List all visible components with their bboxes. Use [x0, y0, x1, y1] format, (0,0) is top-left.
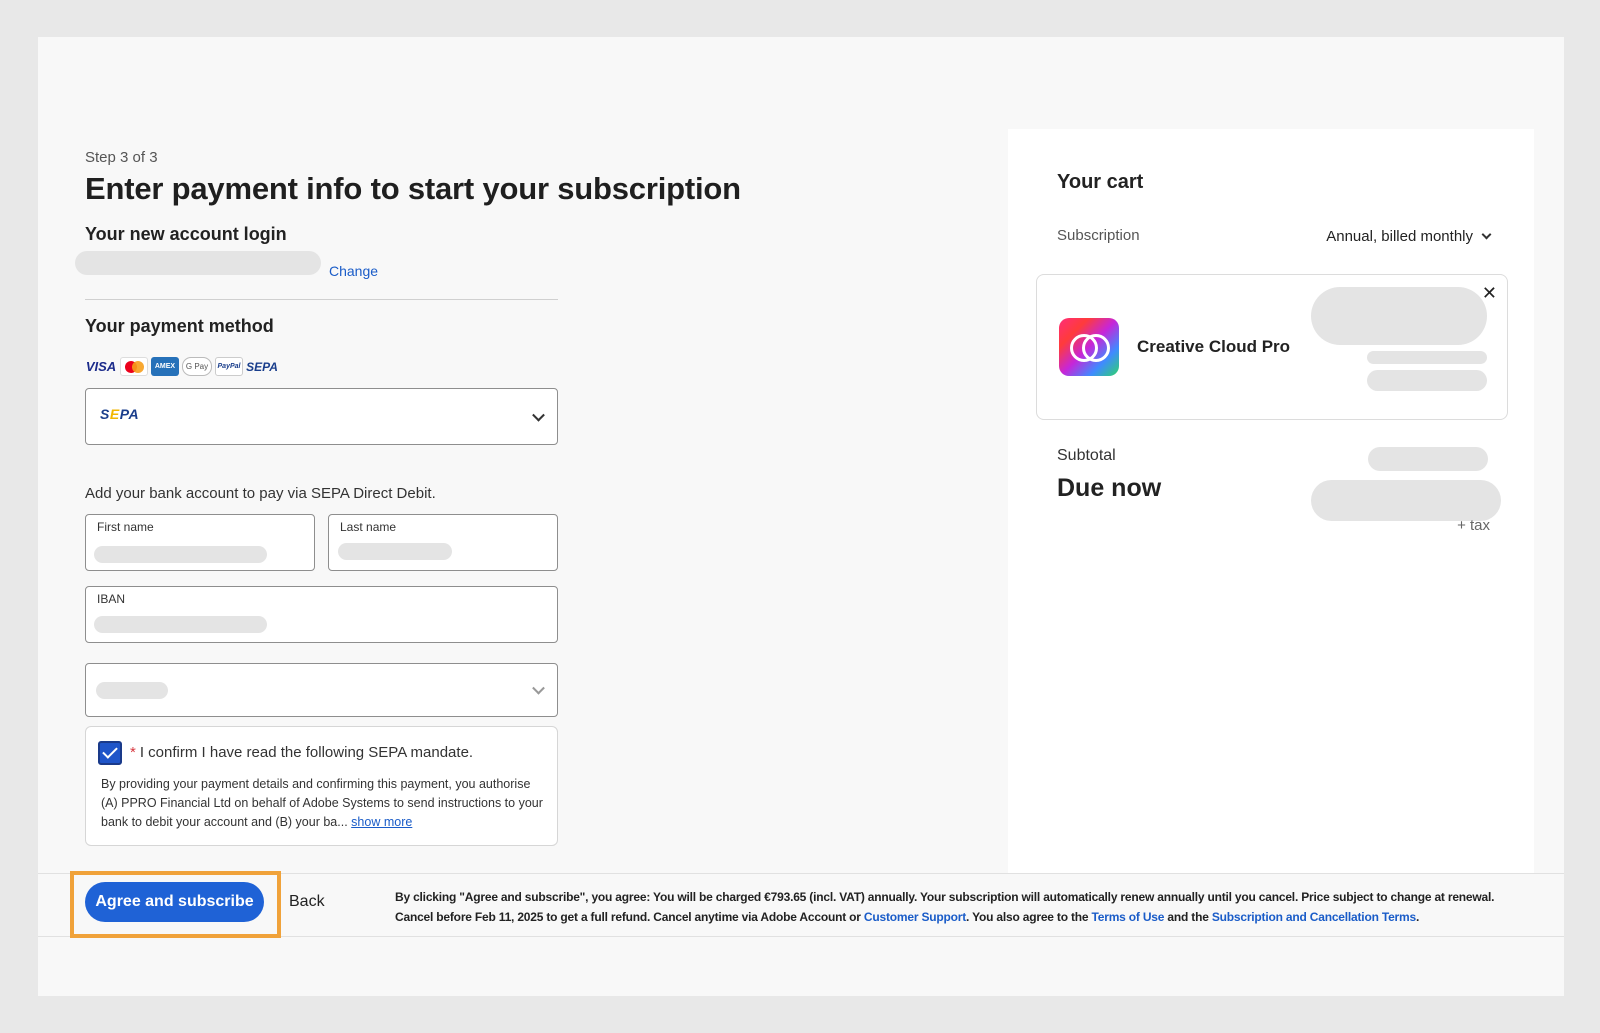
iban-field[interactable]: IBAN — [85, 586, 558, 643]
cart-title: Your cart — [1057, 171, 1144, 193]
country-value-placeholder — [96, 682, 168, 699]
legal-text: By clicking "Agree and subscribe", you a… — [395, 890, 1495, 924]
last-name-value-placeholder — [338, 543, 452, 560]
country-select[interactable] — [85, 663, 558, 717]
subtotal-value-placeholder — [1368, 447, 1488, 471]
checkout-page: Step 3 of 3 Enter payment info to start … — [38, 37, 1564, 996]
customer-support-link[interactable]: Customer Support — [864, 910, 966, 924]
subscription-terms-link[interactable]: Subscription and Cancellation Terms — [1212, 910, 1416, 924]
show-more-link[interactable]: show more — [351, 815, 412, 829]
payment-method-heading: Your payment method — [85, 316, 274, 336]
close-icon[interactable]: ✕ — [1482, 283, 1497, 304]
iban-value-placeholder — [94, 616, 267, 633]
divider — [85, 299, 558, 300]
sepa-logo-icon: SEPA — [246, 359, 278, 374]
mandate-body: By providing your payment details and co… — [101, 777, 543, 829]
payment-method-select[interactable]: SEPA — [85, 388, 558, 445]
last-name-label: Last name — [340, 520, 397, 534]
terms-of-use-link[interactable]: Terms of Use — [1092, 910, 1165, 924]
first-name-field[interactable]: First name — [85, 514, 315, 571]
subscription-label: Subscription — [1057, 227, 1140, 244]
gpay-logo-icon: G Pay — [182, 357, 212, 376]
creative-cloud-icon — [1059, 318, 1119, 376]
paypal-logo-icon: PayPal — [215, 357, 243, 376]
sepa-selected-logo: SEPA — [100, 406, 140, 422]
checkout-footer: Agree and subscribe Back By clicking "Ag… — [38, 871, 1564, 938]
product-card: Creative Cloud Pro ✕ — [1036, 274, 1508, 420]
payment-logos: VISA AMEX G Pay PayPal SEPA — [85, 357, 278, 376]
last-name-field[interactable]: Last name — [328, 514, 558, 571]
mastercard-logo-icon — [120, 357, 148, 376]
subtotal-label: Subtotal — [1057, 447, 1116, 464]
mandate-confirm-text: * I confirm I have read the following SEP… — [130, 744, 474, 761]
visa-logo-icon: VISA — [85, 359, 117, 374]
account-login-heading: Your new account login — [85, 224, 287, 244]
iban-label: IBAN — [97, 592, 126, 606]
sepa-description: Add your bank account to pay via SEPA Di… — [85, 485, 436, 502]
price-detail-placeholder — [1367, 351, 1487, 364]
change-account-link[interactable]: Change — [329, 263, 378, 279]
subscription-plan-select[interactable]: Annual, billed monthly — [1326, 228, 1492, 245]
chevron-down-icon — [1481, 229, 1492, 240]
chevron-down-icon — [532, 408, 545, 422]
mandate-checkbox[interactable] — [98, 741, 122, 765]
step-indicator: Step 3 of 3 — [85, 149, 158, 166]
due-now-value-placeholder — [1311, 480, 1501, 521]
price-placeholder — [1311, 287, 1487, 345]
due-now-label: Due now — [1057, 474, 1162, 502]
tax-note: + tax — [1457, 517, 1490, 534]
agree-and-subscribe-button[interactable]: Agree and subscribe — [85, 882, 264, 922]
page-title: Enter payment info to start your subscri… — [85, 171, 741, 206]
account-email-placeholder — [75, 251, 321, 275]
cart-panel: Your cart Subscription Annual, billed mo… — [1008, 129, 1534, 874]
first-name-value-placeholder — [94, 546, 267, 563]
price-detail-placeholder — [1367, 370, 1487, 391]
amex-logo-icon: AMEX — [151, 357, 179, 376]
first-name-label: First name — [97, 520, 154, 534]
sepa-mandate-box: * I confirm I have read the following SEP… — [85, 726, 558, 846]
chevron-down-icon — [532, 681, 545, 695]
product-name: Creative Cloud Pro — [1137, 337, 1291, 356]
back-button[interactable]: Back — [289, 893, 325, 911]
